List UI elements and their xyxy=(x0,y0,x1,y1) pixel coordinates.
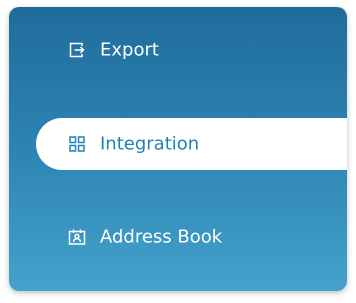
grid-icon xyxy=(68,135,86,153)
menu-item-label: Export xyxy=(100,39,159,61)
address-book-icon xyxy=(68,228,86,246)
menu-item-label: Address Book xyxy=(100,226,223,248)
menu-item-address-book[interactable]: Address Book xyxy=(9,211,347,263)
sidebar-menu: Export Integration Address Book xyxy=(9,7,347,291)
menu-item-integration[interactable]: Integration xyxy=(36,118,347,170)
export-icon xyxy=(68,41,86,59)
menu-item-label: Integration xyxy=(100,133,200,155)
menu-item-export[interactable]: Export xyxy=(9,24,347,76)
